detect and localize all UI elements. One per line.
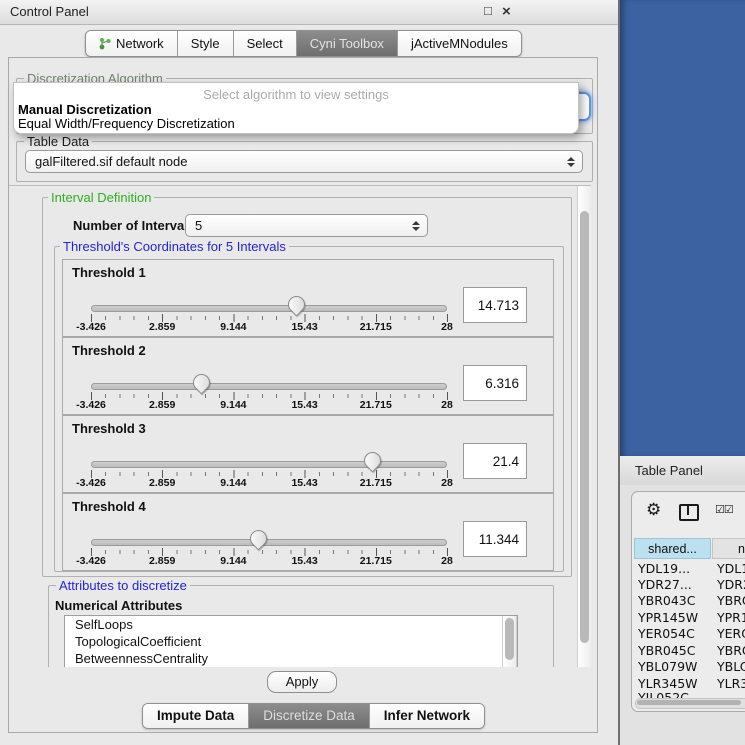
slider-thumb[interactable]: [361, 448, 385, 472]
table-horizontal-scrollbar[interactable]: [635, 698, 745, 709]
panel-title: Control Panel: [10, 4, 89, 19]
table-panel-title: Table Panel: [635, 463, 703, 478]
algorithm-dropdown-popup: Select algorithm to view settings Manual…: [13, 82, 579, 134]
tab-discretize-data[interactable]: Discretize Data: [249, 704, 370, 728]
top-tab-bar: Network Style Select Cyni Toolbox jActiv…: [85, 30, 522, 57]
threshold-3-value-field[interactable]: 21.4: [463, 443, 527, 479]
tab-network[interactable]: Network: [86, 31, 178, 56]
list-item[interactable]: BetweennessCentrality: [65, 650, 517, 667]
control-panel-titlebar: Control Panel □ ×: [0, 0, 620, 25]
combo-stepper-icon: [567, 157, 575, 167]
list-item[interactable]: SelfLoops: [65, 616, 517, 633]
numerical-attributes-label: Numerical Attributes: [55, 598, 182, 613]
number-of-intervals-combobox[interactable]: 5: [185, 214, 428, 237]
tab-style[interactable]: Style: [178, 31, 234, 56]
panel-scrollbar[interactable]: [577, 186, 591, 667]
combo-stepper-icon: [412, 221, 420, 231]
threshold-4-value-field[interactable]: 11.344: [463, 521, 527, 557]
float-window-icon[interactable]: □: [484, 3, 492, 18]
table-row[interactable]: YPR145WYPR1: [638, 610, 698, 627]
network-desktop: GAL80 G C GAL11 GAL4 GCY1 H HAP2: [620, 0, 745, 456]
list-scrollbar[interactable]: [502, 616, 517, 667]
attributes-group-label: Attributes to discretize: [56, 578, 190, 593]
threshold-1-panel: Threshold 1 -3.426 2.859 9.144 15.43 21.…: [62, 259, 554, 337]
table-row[interactable]: YDR27...YDR2: [638, 577, 692, 594]
tab-impute-data[interactable]: Impute Data: [143, 704, 249, 728]
number-of-intervals-label: Number of Intervals: [73, 218, 195, 233]
dropdown-item-manual[interactable]: Manual Discretization: [18, 102, 152, 117]
slider-thumb[interactable]: [247, 526, 271, 550]
apply-button[interactable]: Apply: [267, 671, 337, 693]
tab-cyni-toolbox[interactable]: Cyni Toolbox: [297, 31, 398, 56]
slider-thumb[interactable]: [285, 292, 309, 316]
scroll-viewport: Interval Definition Number of Intervals …: [9, 185, 591, 667]
list-item[interactable]: TopologicalCoefficient: [65, 633, 517, 650]
tab-select[interactable]: Select: [234, 31, 297, 56]
interval-group-label: Interval Definition: [48, 190, 154, 205]
table-row[interactable]: YBL079WYBLO: [638, 659, 697, 676]
threshold-2-value-field[interactable]: 6.316: [463, 365, 527, 401]
thresholds-group-label: Threshold's Coordinates for 5 Intervals: [60, 239, 289, 254]
column-layout-icon[interactable]: [679, 504, 699, 521]
gear-icon[interactable]: ⚙: [646, 500, 661, 520]
column-header-name[interactable]: n: [712, 538, 745, 559]
select-columns-checkboxes-icon[interactable]: ☑☑: [715, 503, 733, 516]
column-header-shared-name[interactable]: shared...: [634, 538, 711, 559]
table-row[interactable]: YIL052CYIL0: [638, 690, 689, 698]
table-row[interactable]: YBR043CYBRO: [638, 593, 695, 610]
network-icon: [99, 37, 111, 50]
threshold-4-panel: Threshold 4 -3.426 2.859 9.144 15.43 21.…: [62, 493, 554, 571]
table-panel-header: Table Panel: [620, 456, 745, 486]
threshold-3-panel: Threshold 3 -3.426 2.859 9.144 15.43 21.…: [62, 415, 554, 493]
numerical-attributes-list: SelfLoops TopologicalCoefficient Between…: [64, 615, 518, 667]
table-panel-area: ⚙ ☑☑ shared... n YDL19...YDL1 YDR27...YD…: [620, 485, 745, 745]
dropdown-placeholder-item: Select algorithm to view settings: [14, 87, 578, 102]
table-card: ⚙ ☑☑ shared... n YDL19...YDL1 YDR27...YD…: [631, 491, 745, 712]
table-row[interactable]: YER054CYERO: [638, 626, 695, 643]
threshold-2-panel: Threshold 2 -3.426 2.859 9.144 15.43 21.…: [62, 337, 554, 415]
tab-infer-network[interactable]: Infer Network: [370, 704, 484, 728]
bottom-tab-bar: Impute Data Discretize Data Infer Networ…: [142, 703, 485, 729]
threshold-1-value-field[interactable]: 14.713: [463, 287, 527, 323]
table-data-combobox[interactable]: galFiltered.sif default node: [25, 150, 583, 173]
table-row[interactable]: YBR045CYBRO: [638, 643, 695, 660]
slider-thumb[interactable]: [190, 370, 214, 394]
table-row[interactable]: YDL19...YDL1: [638, 561, 690, 578]
panel-scrollbar-thumb[interactable]: [580, 211, 589, 643]
table-data-group-label: Table Data: [24, 134, 92, 149]
dropdown-item-equal-width[interactable]: Equal Width/Frequency Discretization: [18, 116, 235, 131]
close-icon[interactable]: ×: [502, 3, 511, 20]
control-panel: Control Panel □ × Network Style Select C…: [0, 0, 620, 745]
tab-jactivemnodules[interactable]: jActiveMNodules: [398, 31, 521, 56]
